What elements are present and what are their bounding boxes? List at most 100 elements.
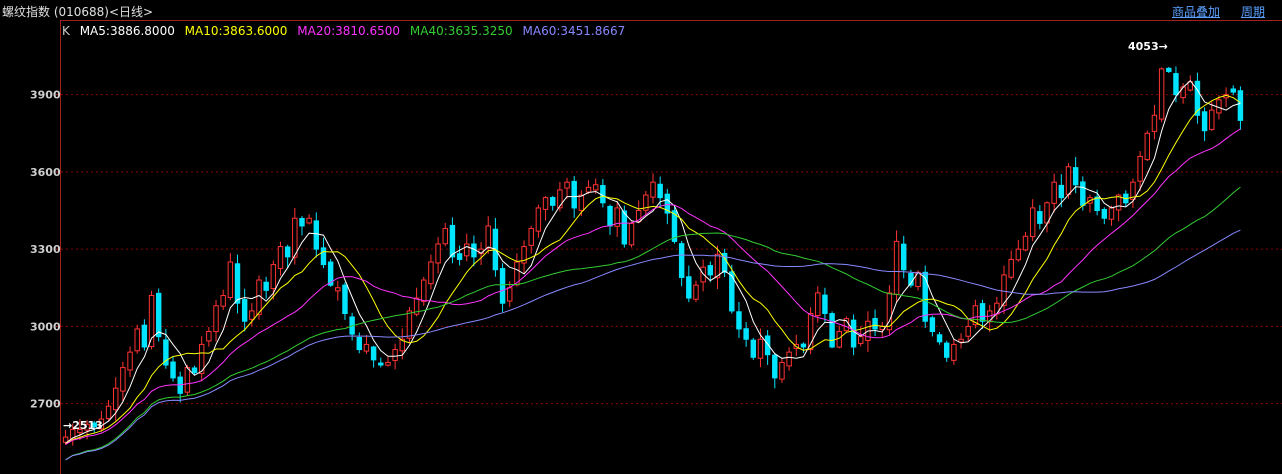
y-tick-label: 3600 [30, 166, 61, 179]
candle-body [1230, 88, 1236, 93]
candle-body [277, 246, 284, 269]
candle-body [1216, 99, 1222, 114]
candle-body [542, 197, 549, 210]
candle-body [127, 351, 133, 371]
candle-body [1080, 181, 1086, 206]
candle-body [1108, 207, 1115, 220]
candle-body [507, 287, 513, 302]
candle-body [270, 264, 277, 290]
candle-body [585, 186, 592, 193]
candle-body [449, 224, 456, 258]
ma5-line [65, 79, 1241, 444]
candle-body [191, 367, 198, 374]
candle-body [1065, 166, 1072, 195]
candle-body [1180, 86, 1186, 99]
candle-body [528, 228, 534, 246]
candle-body [678, 243, 685, 278]
candle-body [965, 325, 971, 337]
candle-body [800, 343, 807, 348]
candle-body [342, 284, 348, 315]
candle-body [621, 210, 628, 245]
candle-body [442, 228, 448, 245]
candle-body [1137, 155, 1143, 182]
candle-body [320, 247, 327, 266]
candle-body [1058, 184, 1065, 199]
candle-body [313, 220, 320, 250]
candle-body [1037, 211, 1043, 224]
candle-body [822, 294, 828, 315]
candle-body [464, 243, 470, 257]
candle-body [936, 334, 943, 343]
candle-body [306, 217, 312, 224]
candle-body [428, 261, 434, 285]
candle-body [220, 294, 226, 307]
candle-body [850, 319, 857, 348]
candle-body [485, 225, 491, 249]
candle-body [227, 261, 234, 299]
y-tick-label: 2700 [30, 398, 61, 411]
candle-body [370, 346, 377, 361]
candle-body [363, 343, 370, 352]
candle-body [893, 240, 900, 295]
candle-body [134, 328, 140, 352]
candle-body [1101, 209, 1108, 219]
candle-body [249, 310, 255, 320]
ma10-line [65, 94, 1241, 445]
candle-body [571, 180, 577, 209]
candle-body [120, 367, 126, 392]
candle-body [1144, 132, 1151, 161]
candle-body [901, 243, 907, 271]
candle-body [1209, 109, 1215, 130]
candle-body [786, 351, 792, 367]
candle-body [549, 197, 556, 206]
candle-body [234, 263, 241, 304]
candle-body [1051, 181, 1057, 204]
candle-body [421, 279, 427, 302]
candle-body [829, 313, 835, 348]
y-tick-label: 3900 [30, 89, 61, 102]
candle-body [335, 287, 341, 292]
candle-body [113, 387, 119, 411]
candle-body [707, 265, 714, 276]
candle-body [292, 217, 298, 258]
candle-body [1173, 73, 1179, 96]
candle-body [922, 271, 928, 322]
candle-body [1237, 90, 1244, 121]
candle-body [1151, 114, 1158, 132]
candle-body [592, 184, 599, 191]
candle-body [693, 284, 699, 300]
candle-body [263, 281, 269, 291]
candle-body [241, 299, 248, 322]
candle-body [578, 194, 585, 211]
candle-body [686, 276, 692, 299]
candle-body [535, 207, 542, 232]
candle-body [141, 324, 148, 348]
candle-body [406, 310, 413, 339]
candle-body [1008, 258, 1014, 278]
candle-body [564, 181, 570, 189]
low-label: →2513 [63, 419, 103, 432]
candle-body [456, 253, 463, 260]
candle-body [757, 338, 764, 359]
candle-body [750, 339, 757, 358]
candle-body [1072, 167, 1079, 186]
candle-body [872, 318, 878, 330]
candle-body [628, 222, 635, 246]
candle-body [1158, 68, 1165, 120]
candle-body [435, 243, 441, 264]
candle-body [206, 331, 212, 342]
candle-body [385, 361, 391, 366]
candle-body [378, 362, 384, 366]
candle-body [213, 305, 219, 333]
candle-body [105, 405, 112, 420]
candle-body [356, 336, 363, 351]
candle-body [155, 292, 162, 338]
candle-body [951, 343, 957, 361]
candle-body [1015, 248, 1022, 261]
candle-body [284, 246, 291, 258]
candle-body [958, 338, 964, 343]
candlestick-chart[interactable]: 2700 3000 3300 3600 3900 4053→ →2513 [0, 0, 1282, 474]
candle-body [184, 367, 191, 393]
candle-body [1094, 196, 1100, 212]
candle-body [836, 331, 842, 348]
